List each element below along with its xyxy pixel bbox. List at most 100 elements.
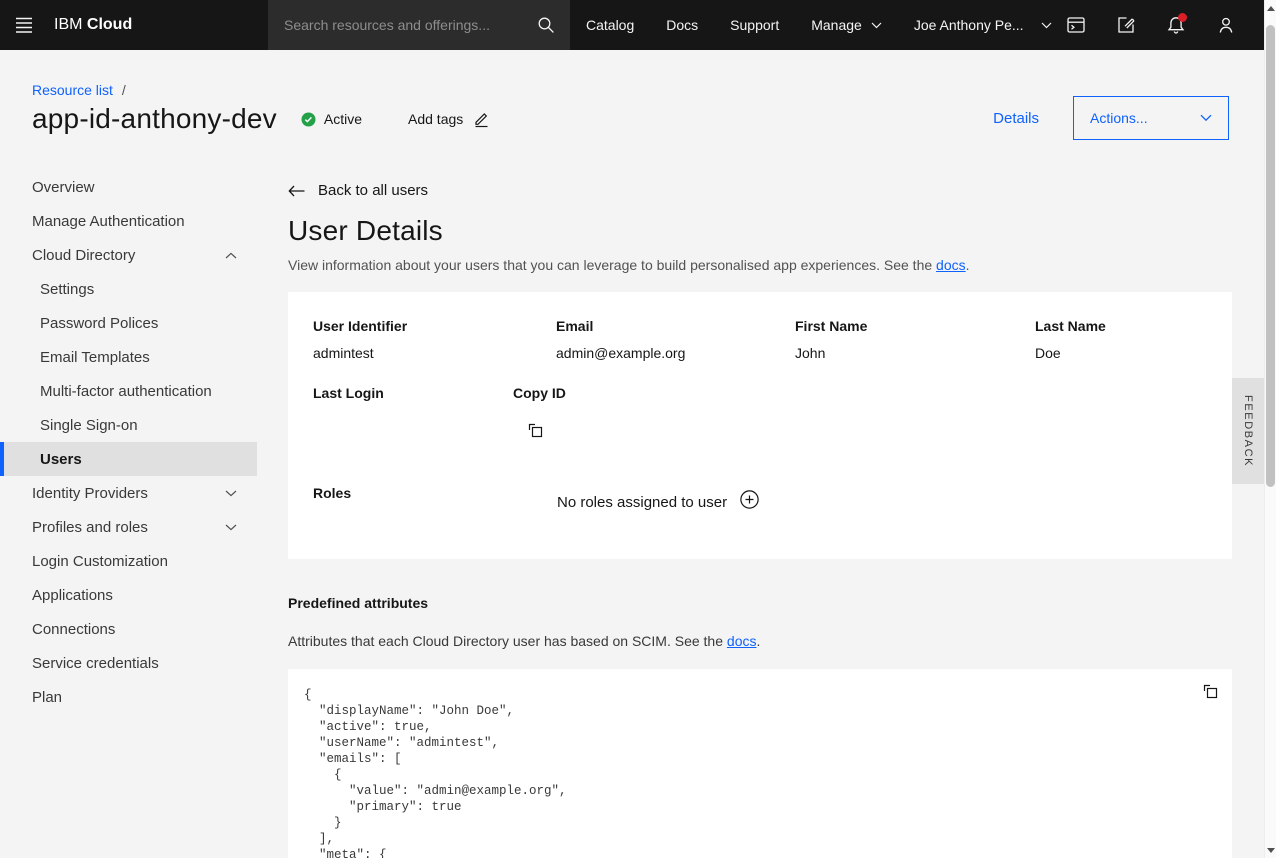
- field-value-user-identifier: admintest: [313, 346, 374, 360]
- header-action-icons: [1051, 0, 1251, 50]
- sidebar-item-users[interactable]: Users: [0, 442, 257, 476]
- code-line: "active": true,: [304, 719, 1216, 735]
- code-line: "userName": "admintest",: [304, 735, 1216, 751]
- field-label-copy-id: Copy ID: [513, 386, 566, 400]
- nav-support[interactable]: Support: [714, 0, 795, 50]
- resource-title-controls: Details Actions...: [993, 96, 1229, 140]
- sidebar-item-overview[interactable]: Overview: [0, 170, 257, 204]
- scrollbar-thumb[interactable]: [1266, 25, 1275, 487]
- field-label-last-login: Last Login: [313, 386, 384, 400]
- copy-id-button[interactable]: [525, 420, 545, 440]
- feedback-label: FEEDBACK: [1242, 395, 1254, 467]
- ibm-cloud-app-id-users-page: IBM Cloud Catalog Docs Support Manage Jo…: [0, 0, 1276, 858]
- add-role-button[interactable]: [738, 488, 760, 510]
- brand-prefix: IBM: [54, 16, 82, 33]
- global-header: IBM Cloud Catalog Docs Support Manage Jo…: [0, 0, 1264, 50]
- ibm-cloud-logo[interactable]: IBM Cloud: [54, 16, 132, 34]
- nav-catalog[interactable]: Catalog: [570, 0, 650, 50]
- profile-button[interactable]: [1201, 0, 1251, 50]
- code-line: "meta": {: [304, 847, 1216, 858]
- user-avatar-icon: [1216, 15, 1236, 35]
- service-nav-sidebar: Overview Manage Authentication Cloud Dir…: [0, 170, 257, 714]
- brand-name: Cloud: [87, 16, 132, 33]
- resource-title: app-id-anthony-dev: [32, 103, 277, 135]
- field-value-first-name: John: [795, 346, 825, 360]
- page-scrollbar[interactable]: [1264, 0, 1276, 858]
- details-link[interactable]: Details: [993, 110, 1039, 127]
- sidebar-item-manage-authentication[interactable]: Manage Authentication: [0, 204, 257, 238]
- page-title: User Details: [288, 215, 1232, 247]
- hamburger-icon: [14, 15, 34, 35]
- code-line: }: [304, 815, 1216, 831]
- page-description: View information about your users that y…: [288, 257, 1232, 273]
- global-search: [268, 0, 570, 50]
- nav-account-dropdown[interactable]: Joe Anthony Pe...: [898, 0, 1068, 50]
- code-line: "displayName": "John Doe",: [304, 703, 1216, 719]
- copy-icon: [527, 422, 544, 439]
- status-badge: Active: [301, 111, 362, 127]
- search-icon: [537, 16, 555, 34]
- docs-link[interactable]: docs: [936, 257, 966, 273]
- sidebar-item-connections[interactable]: Connections: [0, 612, 257, 646]
- header-nav: Catalog Docs Support Manage Joe Anthony …: [570, 0, 1068, 50]
- user-details-card: User Identifier Email First Name Last Na…: [288, 292, 1232, 559]
- notifications-button[interactable]: [1151, 0, 1201, 50]
- code-line: ],: [304, 831, 1216, 847]
- sidebar-item-email-templates[interactable]: Email Templates: [0, 340, 257, 374]
- field-label-last-name: Last Name: [1035, 319, 1106, 333]
- add-circle-icon: [740, 490, 759, 509]
- nav-docs[interactable]: Docs: [650, 0, 714, 50]
- copy-icon: [1202, 683, 1219, 700]
- status-label: Active: [324, 111, 362, 127]
- notification-badge-dot: [1178, 13, 1187, 22]
- scrollbar-down-arrow[interactable]: [1267, 848, 1275, 853]
- sidebar-item-settings[interactable]: Settings: [0, 272, 257, 306]
- code-line: "value": "admin@example.org",: [304, 783, 1216, 799]
- cli-window-button[interactable]: [1051, 0, 1101, 50]
- copy-snippet-button[interactable]: [1199, 680, 1221, 702]
- breadcrumb: Resource list /: [32, 82, 126, 98]
- search-input[interactable]: [268, 0, 522, 50]
- resource-title-row: app-id-anthony-dev Active Add tags: [32, 100, 490, 138]
- sidebar-item-login-customization[interactable]: Login Customization: [0, 544, 257, 578]
- code-line: "primary": true: [304, 799, 1216, 815]
- sidebar-item-multi-factor-authentication[interactable]: Multi-factor authentication: [0, 374, 257, 408]
- predefined-attributes-description: Attributes that each Cloud Directory use…: [288, 633, 1232, 649]
- predefined-attributes-title: Predefined attributes: [288, 595, 1232, 611]
- field-value-email: admin@example.org: [556, 346, 685, 360]
- scim-code-snippet: { "displayName": "John Doe", "active": t…: [288, 669, 1232, 858]
- scrollbar-up-arrow[interactable]: [1267, 6, 1275, 11]
- sidebar-item-password-polices[interactable]: Password Polices: [0, 306, 257, 340]
- breadcrumb-separator: /: [122, 82, 126, 98]
- chevron-down-icon: [871, 22, 882, 29]
- add-tags-button[interactable]: Add tags: [408, 111, 490, 128]
- main-content: Back to all users User Details View info…: [288, 170, 1232, 858]
- sidebar-item-cloud-directory[interactable]: Cloud Directory: [0, 238, 257, 272]
- sidebar-item-single-sign-on[interactable]: Single Sign-on: [0, 408, 257, 442]
- nav-manage-dropdown[interactable]: Manage: [795, 0, 898, 50]
- edit-icon: [1116, 15, 1136, 35]
- roles-label: Roles: [313, 486, 351, 500]
- scim-docs-link[interactable]: docs: [727, 633, 757, 649]
- code-line: {: [304, 687, 1216, 703]
- breadcrumb-resource-list-link[interactable]: Resource list: [32, 82, 113, 98]
- chevron-up-icon: [225, 252, 237, 259]
- sidebar-item-applications[interactable]: Applications: [0, 578, 257, 612]
- feedback-button[interactable]: FEEDBACK: [1232, 378, 1264, 484]
- sidebar-item-plan[interactable]: Plan: [0, 680, 257, 714]
- code-line: "emails": [: [304, 751, 1216, 767]
- actions-dropdown[interactable]: Actions...: [1073, 96, 1229, 140]
- search-button[interactable]: [522, 0, 570, 50]
- hamburger-menu-button[interactable]: [0, 0, 48, 50]
- sidebar-item-service-credentials[interactable]: Service credentials: [0, 646, 257, 680]
- sidebar-item-profiles-and-roles[interactable]: Profiles and roles: [0, 510, 257, 544]
- field-value-last-name: Doe: [1035, 346, 1061, 360]
- status-active-icon: [301, 112, 316, 127]
- edit-note-button[interactable]: [1101, 0, 1151, 50]
- back-to-all-users-link[interactable]: Back to all users: [288, 182, 428, 199]
- roles-empty-text: No roles assigned to user: [557, 495, 727, 510]
- field-label-email: Email: [556, 319, 593, 333]
- code-line: {: [304, 767, 1216, 783]
- chevron-down-icon: [225, 524, 237, 531]
- sidebar-item-identity-providers[interactable]: Identity Providers: [0, 476, 257, 510]
